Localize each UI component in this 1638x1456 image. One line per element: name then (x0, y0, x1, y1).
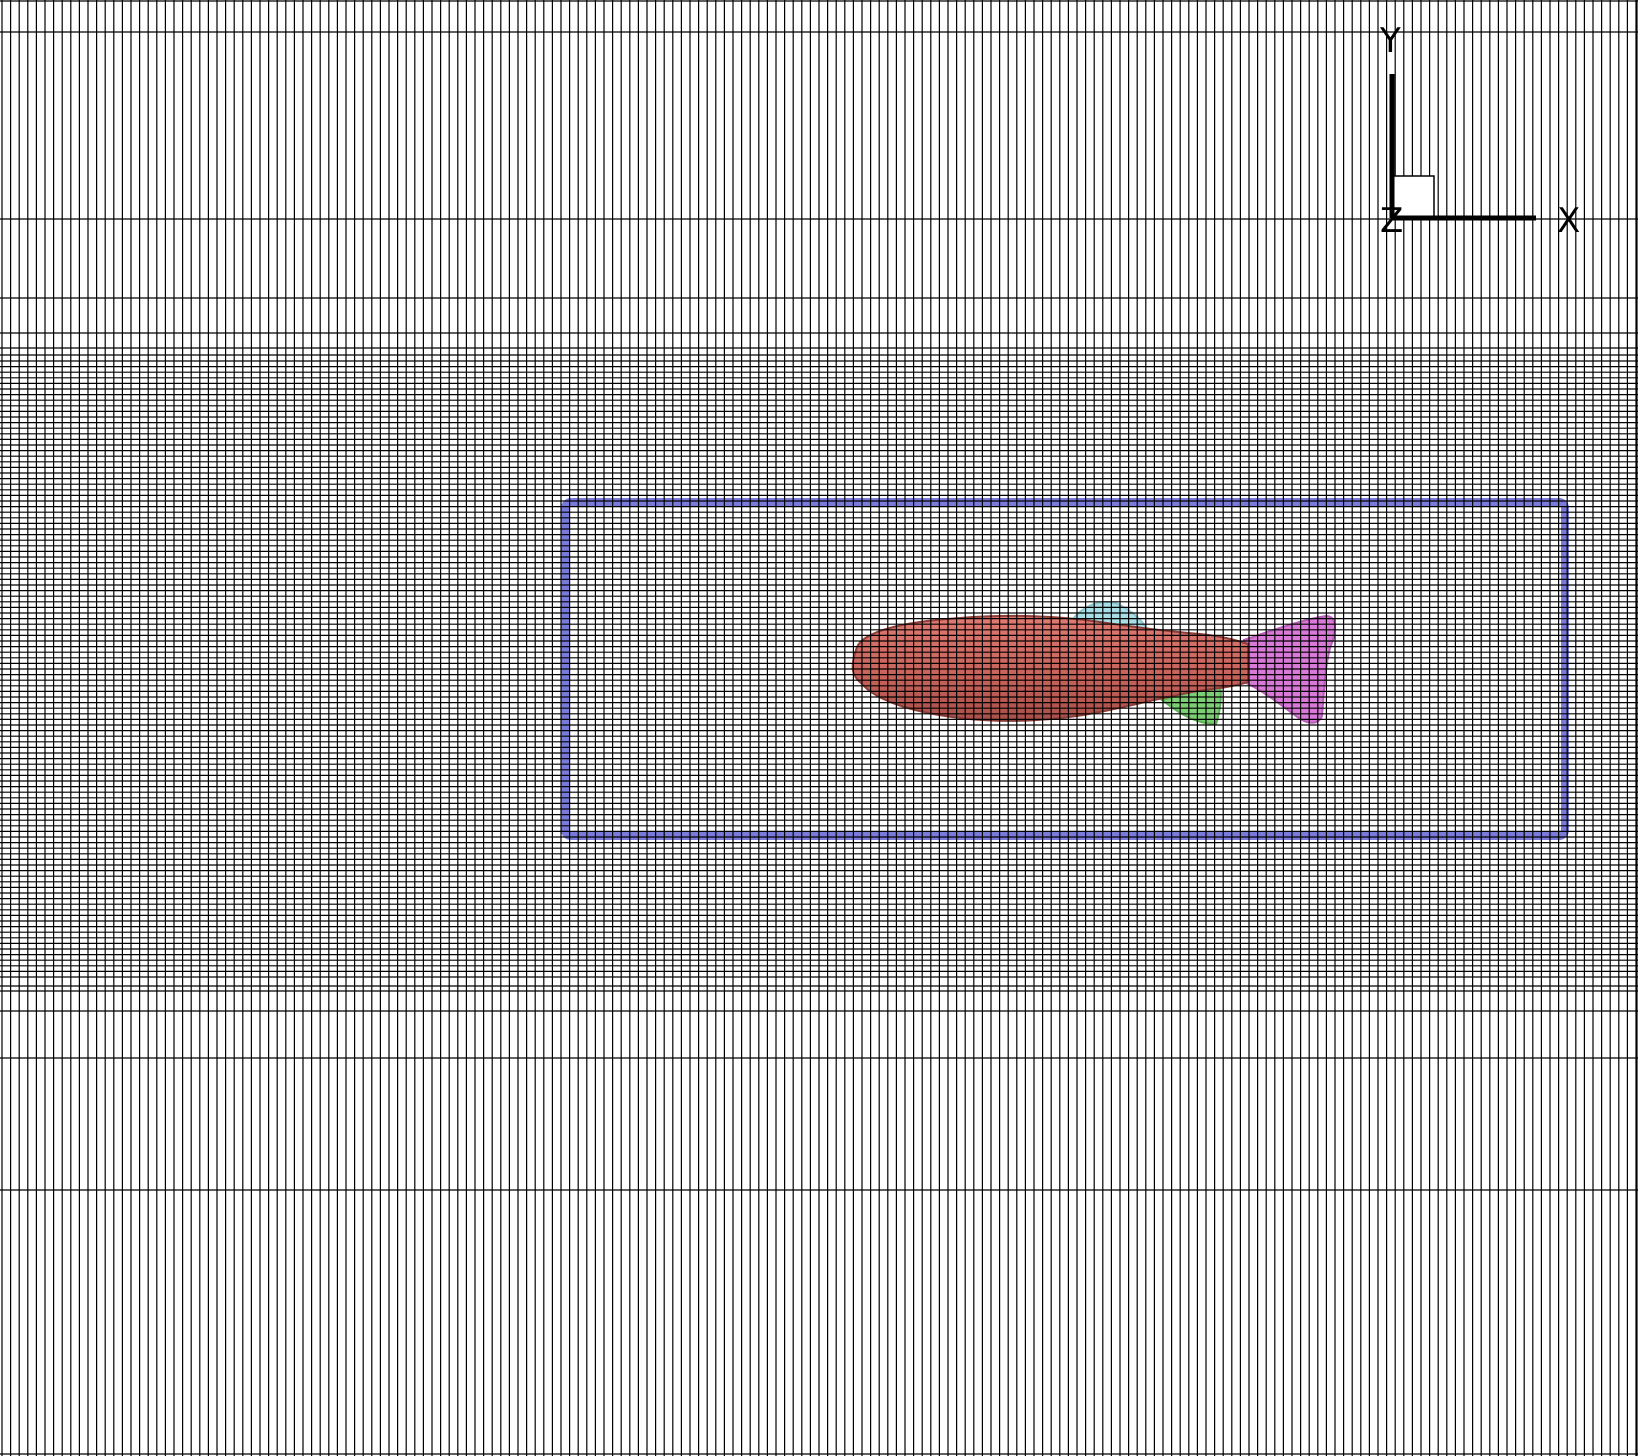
y-axis-label: Y (1379, 21, 1401, 61)
mesh-scene: Y X Z (0, 0, 1638, 1456)
z-axis-label: Z (1380, 201, 1403, 241)
x-axis-label: X (1557, 201, 1580, 241)
